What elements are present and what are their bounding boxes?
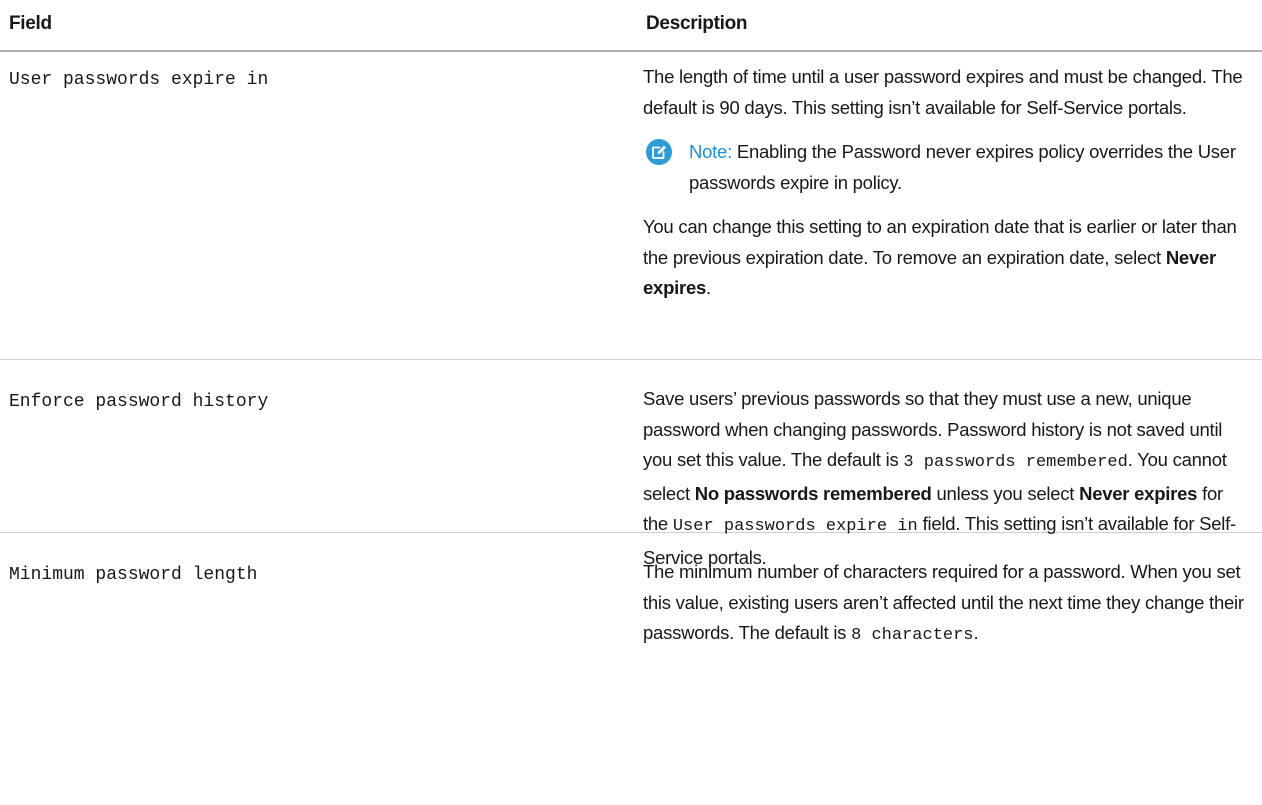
table-row: User passwords expire in The length of t… <box>0 52 1262 360</box>
table-header: Field Description <box>0 0 1262 52</box>
description-paragraph: The minimum number of characters require… <box>643 557 1249 652</box>
bold-option: No passwords remembered <box>694 482 932 504</box>
field-description: The length of time until a user password… <box>643 62 1249 304</box>
bold-option: Never expires <box>1079 482 1198 504</box>
code-value: 3 passwords remembered <box>903 453 1128 472</box>
field-description: The minimum number of characters require… <box>643 557 1249 652</box>
code-value: 8 characters <box>851 626 974 645</box>
field-name: Minimum password length <box>9 565 258 585</box>
description-paragraph: You can change this setting to an expira… <box>643 212 1249 304</box>
text-run: unless you select <box>931 482 1080 504</box>
note-text: Enabling the Password never expires poli… <box>689 141 1236 193</box>
table-row: Minimum password length The minimum numb… <box>0 533 1262 743</box>
field-name: Enforce password history <box>9 392 269 412</box>
field-name: User passwords expire in <box>9 70 269 90</box>
text-run: . <box>973 622 979 643</box>
text-run: You can change this setting to an expira… <box>643 216 1237 268</box>
edit-note-icon <box>646 139 672 165</box>
column-header-description: Description <box>646 13 748 34</box>
table-row: Enforce password history Save users’ pre… <box>0 360 1262 568</box>
note-callout: Note: Enabling the Password never expire… <box>643 137 1249 198</box>
column-header-field: Field <box>9 13 52 34</box>
password-policy-table: Field Description User passwords expire … <box>0 0 1262 743</box>
description-paragraph: The length of time until a user password… <box>643 66 1243 118</box>
note-label: Note: <box>689 141 732 162</box>
text-run: . <box>706 277 711 298</box>
